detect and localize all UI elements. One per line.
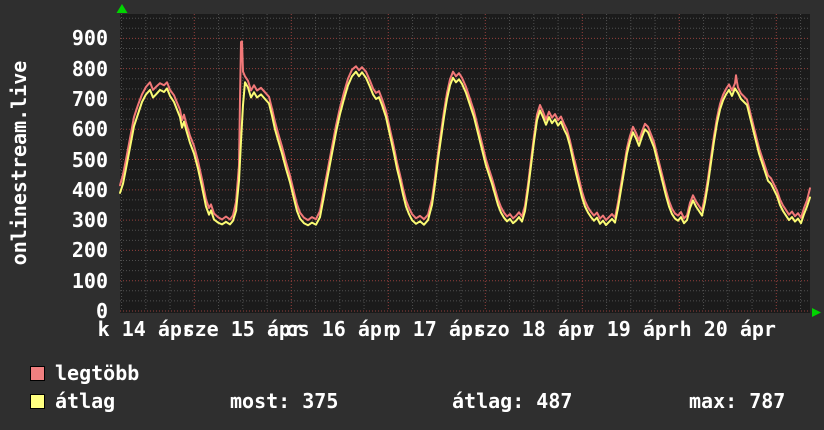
legend-label-max: legtöbb [55, 361, 140, 385]
legend: legtöbb átlag most: 375 átlag: 487 max: … [0, 0, 824, 430]
legend-row-avg: átlag [30, 391, 115, 411]
legend-swatch-avg [30, 393, 45, 409]
stat-atlag: átlag: 487 [452, 389, 573, 413]
stat-max: max: 787 [689, 389, 786, 413]
legend-label-avg: átlag [55, 389, 116, 413]
legend-row-max: legtöbb [30, 363, 139, 383]
stat-most: most: 375 [230, 389, 339, 413]
legend-swatch-max [30, 365, 45, 381]
